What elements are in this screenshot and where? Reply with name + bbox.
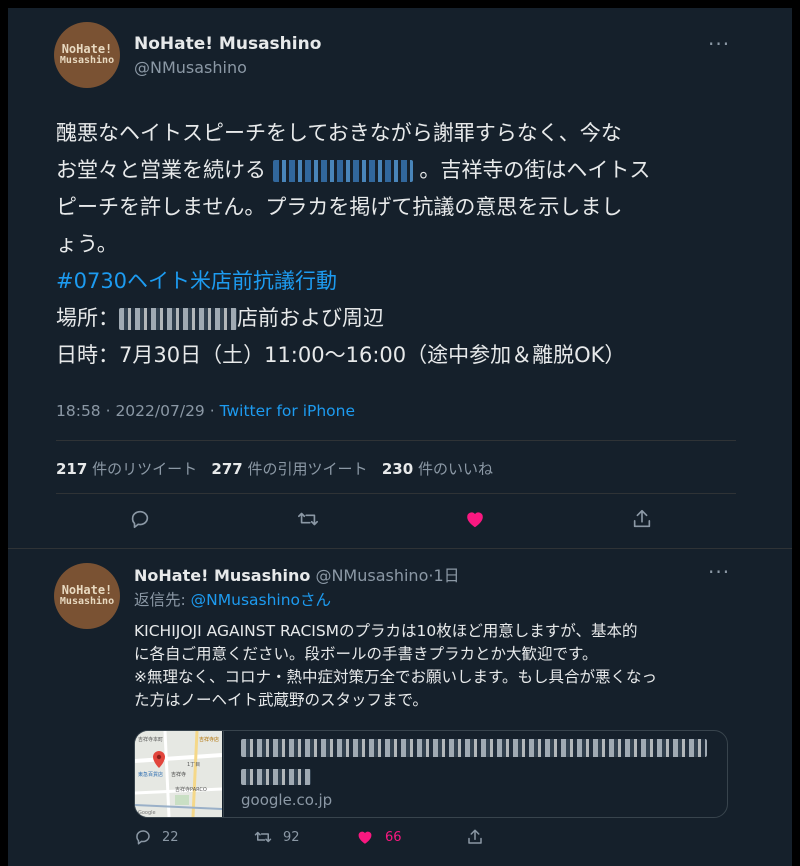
heart-filled-icon xyxy=(358,831,372,844)
reply-button[interactable] xyxy=(129,508,151,530)
tweet-text-line: 日時：7月30日（土）11:00〜16:00（途中参加＆離脱OK） xyxy=(56,343,626,367)
redacted-place xyxy=(119,308,237,330)
reply-display-name[interactable]: NoHate! Musashino xyxy=(134,566,310,585)
quotes-stat[interactable]: 277 件の引用ツイート xyxy=(211,460,367,478)
tweet-text-line: 場所： 店前および周辺 xyxy=(56,300,756,337)
reply-text-line: ※無理なく、コロナ・熱中症対策万全でお願いします。もし具合が悪くなっ xyxy=(134,668,657,686)
reply-header: NoHate! Musashino @NMusashino·1日 xyxy=(134,562,460,586)
map-label-block: 1丁目 xyxy=(187,762,200,768)
map-label-store1: 東急百貨店 xyxy=(138,771,163,778)
map-label-store2: 吉祥寺PARCO xyxy=(175,786,207,793)
likes-label: 件のいいね xyxy=(417,460,493,478)
reply-like-button[interactable]: 66 xyxy=(355,828,402,846)
reply-share-button[interactable] xyxy=(466,828,484,846)
reply-icon xyxy=(131,510,149,529)
quotes-count: 277 xyxy=(211,460,243,478)
retweet-count: 92 xyxy=(283,829,300,845)
link-card[interactable]: 吉祥寺本町 吉祥寺店 1丁目 吉祥寺 東急百貨店 吉祥寺PARCO Google… xyxy=(134,730,728,818)
reply-text: KICHIJOJI AGAINST RACISMのプラカは10枚ほど用意しますが… xyxy=(134,620,744,712)
map-thumbnail: 吉祥寺本町 吉祥寺店 1丁目 吉祥寺 東急百貨店 吉祥寺PARCO Google xyxy=(135,731,222,817)
map-label-station: 吉祥寺 xyxy=(171,771,186,778)
reply-reply-button[interactable]: 22 xyxy=(134,828,179,846)
reply-avatar[interactable]: NoHate! Musashino xyxy=(54,563,120,629)
retweets-label: 件のリツイート xyxy=(92,460,198,478)
avatar[interactable]: NoHate! Musashino xyxy=(54,22,120,88)
reply-text-line: KICHIJOJI AGAINST RACISMのプラカは10枚ほど用意しますが… xyxy=(134,622,638,640)
map-label-street: 吉祥寺本町 xyxy=(138,736,163,743)
tweet-detail-view: NoHate! Musashino NoHate! Musashino @NMu… xyxy=(8,8,792,866)
reply-more-options-icon[interactable]: ··· xyxy=(708,560,730,584)
redacted-mention xyxy=(272,160,413,182)
share-button[interactable] xyxy=(631,508,653,530)
redacted-card-title xyxy=(241,739,707,757)
replying-to-link[interactable]: @NMusashinoさん xyxy=(191,591,331,609)
tweet-text-line: 醜悪なヘイトスピーチをしておきながら謝罪すらなく、今な xyxy=(56,121,622,145)
place-label: 場所： xyxy=(56,306,119,330)
tweet-text: 醜悪なヘイトスピーチをしておきながら謝罪すらなく、今な お堂々と営業を続ける 。… xyxy=(56,115,756,374)
hashtag-link[interactable]: #0730ヘイト米店前抗議行動 xyxy=(56,263,756,300)
likes-stat[interactable]: 230 件のいいね xyxy=(382,460,493,478)
divider xyxy=(56,440,736,441)
tweet-text-line: ピーチを許しません。プラカを掲げて抗議の意思を示しまし xyxy=(56,195,623,219)
replying-to-label: 返信先: xyxy=(134,591,191,609)
divider xyxy=(8,548,792,549)
tweet-text-segment: 。吉祥寺の街はヘイトス xyxy=(419,158,651,182)
place-suffix: 店前および周辺 xyxy=(237,306,384,330)
retweets-count: 217 xyxy=(56,460,88,478)
retweets-stat[interactable]: 217 件のリツイート xyxy=(56,460,197,478)
redacted-card-title xyxy=(241,769,311,785)
quotes-label: 件の引用ツイート xyxy=(247,460,368,478)
replying-to: 返信先: @NMusashinoさん xyxy=(134,588,331,610)
reply-handle-time[interactable]: @NMusashino·1日 xyxy=(315,566,459,585)
retweet-icon xyxy=(254,831,272,843)
reply-text-line: た方はノーヘイト武蔵野のスタッフまで。 xyxy=(134,691,428,709)
tweet-text-line: ょう。 xyxy=(56,232,118,256)
user-handle[interactable]: @NMusashino xyxy=(134,58,247,77)
card-separator xyxy=(223,731,224,817)
avatar-text-line2: Musashino xyxy=(59,596,115,608)
source-link[interactable]: Twitter for iPhone xyxy=(220,402,355,420)
heart-filled-icon xyxy=(467,512,483,528)
divider xyxy=(56,493,736,494)
tweet-meta: 18:58 · 2022/07/29 · Twitter for iPhone xyxy=(56,402,355,420)
card-domain: google.co.jp xyxy=(241,791,333,809)
reply-text-line: に各自ご用意ください。段ボールの手書きプラカとか大歓迎です。 xyxy=(134,645,598,663)
display-name[interactable]: NoHate! Musashino xyxy=(134,34,321,54)
retweet-icon xyxy=(298,512,318,526)
avatar-text-line2: Musashino xyxy=(59,55,115,67)
more-options-icon[interactable]: ··· xyxy=(708,32,730,56)
tweet-stats: 217 件のリツイート 277 件の引用ツイート 230 件のいいね xyxy=(56,458,493,479)
reply-count: 22 xyxy=(162,829,179,845)
like-button[interactable] xyxy=(463,508,487,530)
timestamp[interactable]: 18:58 · 2022/07/29 · xyxy=(56,402,220,420)
tweet-text-segment: お堂々と営業を続ける xyxy=(56,158,266,182)
map-label-brand: Google xyxy=(138,810,156,816)
share-icon xyxy=(468,829,482,844)
share-icon xyxy=(633,509,651,528)
retweet-button[interactable] xyxy=(296,508,320,530)
likes-count: 230 xyxy=(381,460,414,478)
reply-icon xyxy=(136,830,150,845)
tweet-text-line: お堂々と営業を続ける 。吉祥寺の街はヘイトス xyxy=(56,152,756,189)
reply-retweet-button[interactable]: 92 xyxy=(253,828,300,846)
map-label-shop: 吉祥寺店 xyxy=(199,736,219,743)
like-count: 66 xyxy=(385,829,402,845)
